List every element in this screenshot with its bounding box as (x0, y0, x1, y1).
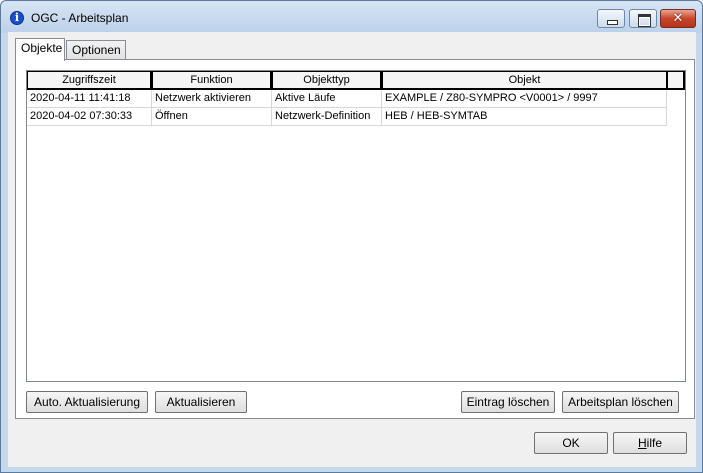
table-row[interactable]: 2020-04-11 11:41:18 Netzwerk aktivieren … (27, 90, 667, 108)
column-header-objekttyp[interactable]: Objekttyp (272, 71, 382, 90)
window-title: OGC - Arbeitsplan (31, 11, 129, 25)
help-button[interactable]: Hilfe (613, 432, 687, 454)
cell-objekttyp: Netzwerk-Definition (272, 108, 382, 126)
column-header-zugriffszeit[interactable]: Zugriffszeit (27, 71, 152, 90)
tab-optionen[interactable]: Optionen (66, 40, 126, 60)
dialog-window: i OGC - Arbeitsplan ✕ Objekte Optionen Z… (0, 0, 703, 473)
help-label-rest: ilfe (646, 436, 662, 450)
refresh-button[interactable]: Aktualisieren (155, 391, 247, 413)
ok-button[interactable]: OK (534, 432, 608, 454)
cell-funktion: Netzwerk aktivieren (152, 90, 272, 108)
tab-objekte[interactable]: Objekte (15, 38, 65, 61)
cell-objekt: EXAMPLE / Z80-SYMPRO <V0001> / 9997 (382, 90, 667, 108)
minimize-button[interactable] (597, 9, 625, 28)
delete-workplan-button[interactable]: Arbeitsplan löschen (562, 391, 679, 413)
cell-zugriffszeit: 2020-04-02 07:30:33 (27, 108, 152, 126)
column-header-funktion[interactable]: Funktion (152, 71, 272, 90)
minimize-icon (598, 10, 624, 27)
list-header: Zugriffszeit Funktion Objekttyp Objekt (27, 71, 685, 90)
delete-entry-button[interactable]: Eintrag löschen (461, 391, 555, 413)
list-rows: 2020-04-11 11:41:18 Netzwerk aktivieren … (27, 90, 685, 126)
title-bar[interactable]: i OGC - Arbeitsplan ✕ (1, 1, 702, 33)
cell-zugriffszeit: 2020-04-11 11:41:18 (27, 90, 152, 108)
close-button[interactable]: ✕ (660, 9, 696, 28)
column-header-objekt[interactable]: Objekt (382, 71, 668, 90)
dialog-client-area: Objekte Optionen Zugriffszeit Funktion O… (8, 32, 696, 467)
help-accelerator: H (637, 436, 647, 450)
cell-objekttyp: Aktive Läufe (272, 90, 382, 108)
table-row[interactable]: 2020-04-02 07:30:33 Öffnen Netzwerk-Defi… (27, 108, 667, 126)
history-list[interactable]: Zugriffszeit Funktion Objekttyp Objekt 2… (26, 70, 686, 382)
tab-panel-objekte: Zugriffszeit Funktion Objekttyp Objekt 2… (15, 59, 695, 419)
cell-funktion: Öffnen (152, 108, 272, 126)
maximize-button[interactable] (629, 9, 657, 28)
auto-refresh-button[interactable]: Auto. Aktualisierung (26, 391, 148, 413)
maximize-icon (630, 10, 656, 27)
column-header-filler (667, 71, 685, 90)
info-icon: i (10, 11, 24, 25)
cell-objekt: HEB / HEB-SYMTAB (382, 108, 667, 126)
close-icon: ✕ (672, 11, 684, 26)
